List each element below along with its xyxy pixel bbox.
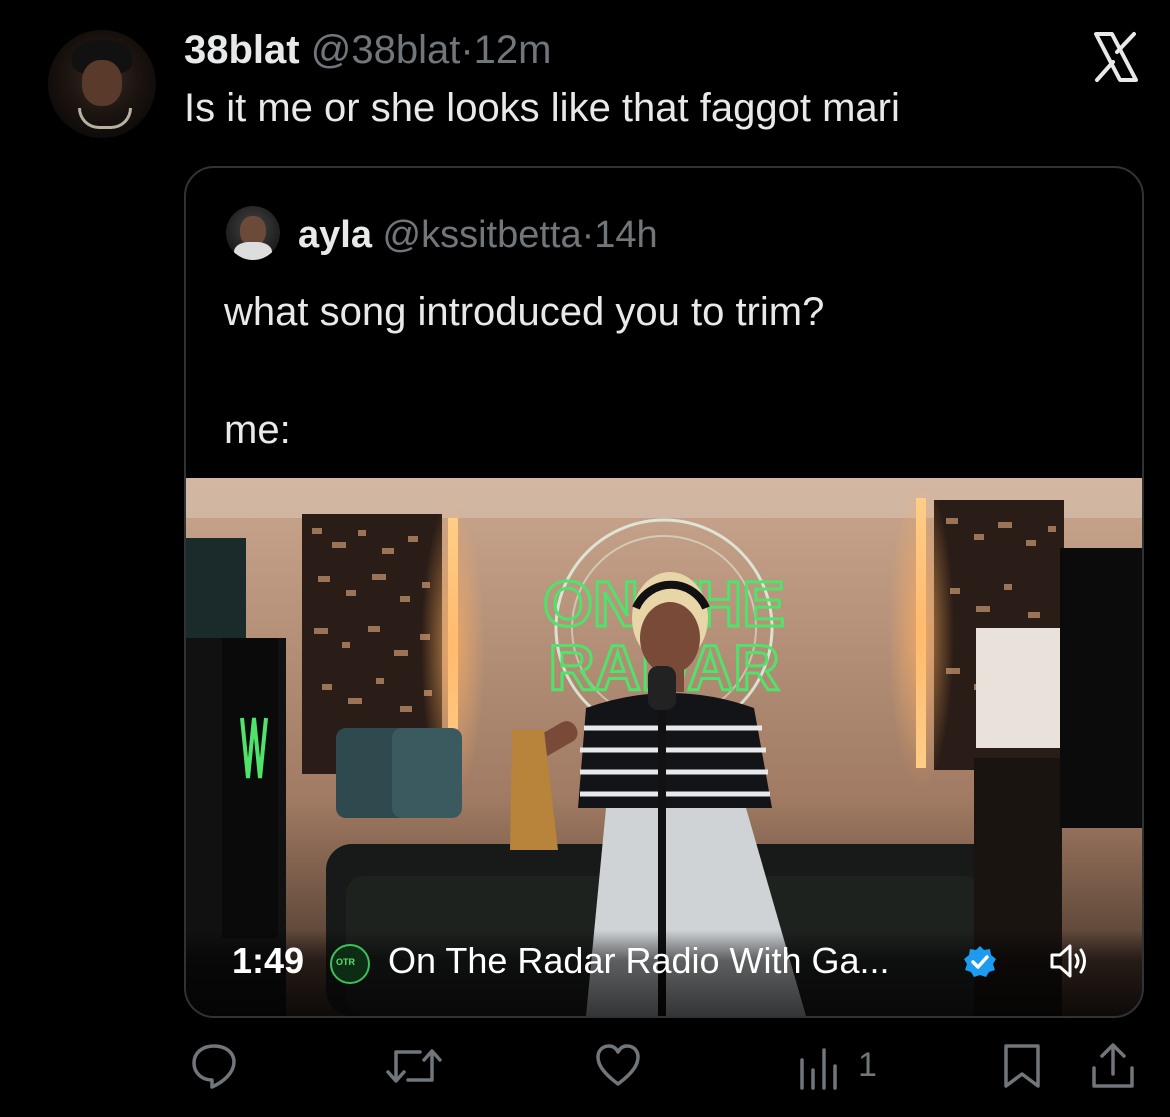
reply-icon[interactable]	[188, 1040, 240, 1092]
x-close-icon[interactable]	[1082, 24, 1148, 90]
verified-badge-icon	[964, 946, 996, 977]
like-icon[interactable]	[592, 1040, 644, 1092]
quoted-author-name[interactable]: ayla	[298, 214, 372, 256]
header-separator: ·	[460, 28, 474, 72]
channel-logo-text: OTR	[336, 957, 355, 967]
tweet-header: 38blat @38blat·12m	[184, 28, 551, 73]
avatar-face	[82, 60, 122, 106]
quoted-tweet-text-line1: what song introduced you to trim?	[224, 290, 825, 334]
share-icon[interactable]	[1088, 1040, 1138, 1092]
bookmark-icon[interactable]	[1000, 1040, 1044, 1092]
avatar-chain	[78, 108, 132, 129]
quoted-tweet-header: ayla @kssitbetta·14h	[298, 214, 658, 257]
tweet-text: Is it me or she looks like that faggot m…	[184, 86, 900, 130]
quoted-tweet[interactable]: ayla @kssitbetta·14h what song introduce…	[184, 166, 1144, 1018]
author-name[interactable]: 38blat	[184, 28, 300, 72]
video-player[interactable]: ON THE RADAR	[186, 478, 1142, 1016]
quoted-avatar-body	[234, 242, 272, 260]
repost-icon[interactable]	[384, 1040, 444, 1092]
quoted-header-separator: ·	[581, 214, 595, 256]
channel-logo: OTR	[330, 944, 370, 984]
speaker-icon[interactable]	[1048, 942, 1092, 980]
quoted-tweet-time[interactable]: 14h	[594, 214, 657, 256]
video-channel-title[interactable]: On The Radar Radio With Ga...	[388, 940, 890, 982]
quoted-author-avatar[interactable]	[226, 206, 280, 260]
views-count: 1	[858, 1046, 877, 1084]
author-handle[interactable]: @38blat	[311, 28, 461, 72]
author-avatar[interactable]	[48, 30, 156, 138]
views-icon[interactable]	[796, 1040, 846, 1092]
quoted-tweet-text-line2: me:	[224, 408, 291, 452]
video-duration: 1:49	[232, 940, 305, 981]
action-bar: 1	[0, 1040, 1170, 1100]
tweet-time[interactable]: 12m	[474, 28, 552, 72]
quoted-author-handle[interactable]: @kssitbetta	[383, 214, 582, 256]
